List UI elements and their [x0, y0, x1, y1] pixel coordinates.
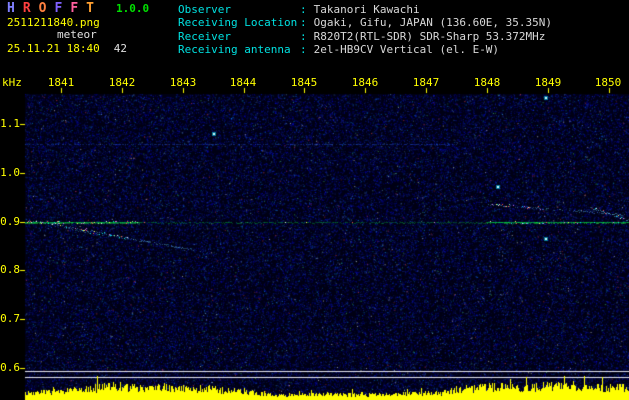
info-label: Receiving Location [178, 16, 298, 30]
time-axis-label: 1841 [47, 76, 75, 89]
time-axis-label: 1844 [229, 76, 257, 89]
mode-label: meteor [57, 28, 97, 41]
freq-axis-label: 0.6 [0, 361, 20, 374]
info-label: Receiving antenna [178, 43, 291, 57]
freq-axis-label: 0.8 [0, 263, 20, 276]
info-colon: : [300, 43, 307, 57]
time-axis-label: 1848 [473, 76, 501, 89]
info-value: R820T2(RTL-SDR) SDR-Sharp 53.372MHz [313, 29, 546, 43]
time-axis-label: 1846 [351, 76, 379, 89]
freq-axis-unit: kHz [2, 76, 22, 89]
time-axis-label: 1843 [169, 76, 197, 89]
station-info: Observer: Takanori Kawachi Receiving Loca… [178, 3, 552, 57]
info-row-location: Receiving Location: Ogaki, Gifu, JAPAN (1… [178, 16, 552, 29]
time-axis-label: 1847 [412, 76, 440, 89]
info-value: Ogaki, Gifu, JAPAN (136.60E, 35.35N) [313, 16, 553, 30]
info-colon: : [300, 16, 307, 30]
info-value: Takanori Kawachi [313, 3, 420, 16]
info-value: 2el-HB9CV Vertical (el. E-W) [313, 43, 500, 57]
logo-letter: F [70, 1, 79, 16]
freq-axis-label: 0.7 [0, 312, 20, 325]
logo-letter: T [86, 1, 94, 16]
logo-letter: O [38, 1, 47, 16]
time-axis-label: 1850 [594, 76, 622, 89]
info-row-antenna: Receiving antenna:2el-HB9CV Vertical (el… [178, 43, 552, 56]
logo-letter: F [54, 1, 63, 16]
freq-axis-label: 1.1 [0, 117, 20, 130]
spectrogram-canvas [0, 0, 629, 400]
time-axis-label: 1842 [108, 76, 136, 89]
info-colon: : [300, 3, 307, 16]
logo-letter: H [7, 1, 15, 16]
hrofft-window: H R O F F T 1.0.0 2511211840.png meteor 25.11.… [0, 0, 629, 400]
logo-letter: R [22, 1, 31, 16]
time-axis-label: 1845 [290, 76, 318, 89]
info-colon: : [300, 29, 307, 43]
time-axis-label: 1849 [534, 76, 562, 89]
datetime-row: 25.11.21 18:40 42 [7, 43, 127, 55]
freq-axis-label: 0.9 [0, 215, 20, 228]
info-row-receiver: Receiver: R820T2(RTL-SDR) SDR-Sharp 53.37… [178, 30, 552, 43]
app-version: 1.0.0 [115, 2, 150, 15]
app-logo: H R O F F T 1.0.0 [7, 1, 150, 16]
info-row-observer: Observer: Takanori Kawachi [178, 3, 552, 16]
observation-datetime: 25.11.21 18:40 [7, 42, 100, 55]
freq-axis-label: 1.0 [0, 166, 20, 179]
meteor-count: 42 [113, 42, 127, 55]
info-label: Observer [178, 3, 231, 16]
info-label: Receiver [178, 29, 231, 43]
